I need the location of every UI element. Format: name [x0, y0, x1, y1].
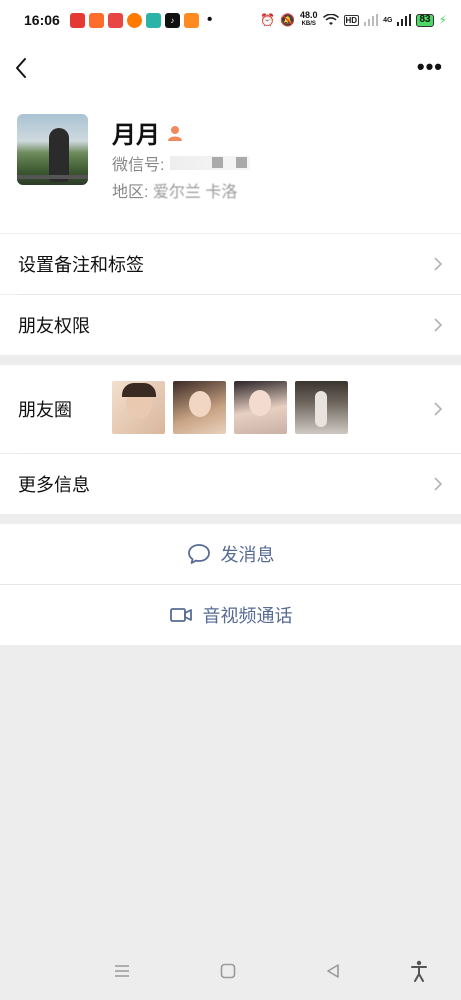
moments-label: 朋友圈 [18, 400, 72, 420]
region: 地区: 爱尔兰 卡洛 [112, 178, 237, 202]
set-remark-tags-label: 设置备注和标签 [18, 255, 144, 275]
region-label: 地区: [112, 184, 149, 201]
wechat-id: 微信号: [112, 151, 251, 175]
moments-thumbnails [112, 381, 348, 434]
back-triangle-icon[interactable] [325, 963, 341, 979]
send-message-label: 发消息 [220, 545, 275, 565]
hd-badge: HD [343, 14, 360, 26]
back-arrow-icon[interactable] [12, 56, 32, 80]
moments-photo [234, 381, 287, 434]
female-gender-icon [168, 125, 182, 141]
top-bar: ••• [0, 40, 461, 100]
battery-icon: 83 [416, 13, 434, 27]
accessibility-icon[interactable] [410, 960, 428, 982]
mute-icon: 🔕 [280, 13, 295, 27]
moments-photo [295, 381, 348, 434]
alarm-icon: ⏰ [260, 13, 276, 27]
name-row: 月月 [112, 115, 184, 150]
friend-permissions-label: 朋友权限 [18, 316, 90, 336]
chevron-right-icon [434, 402, 443, 416]
system-nav-bar [0, 945, 461, 1000]
charging-icon: ⚡ [438, 13, 447, 27]
network-speed-unit: KB/S [301, 21, 316, 27]
more-notifications-dot: • [206, 11, 213, 28]
video-call-label: 音视频通话 [202, 606, 293, 626]
wechat-id-value-redacted [170, 156, 251, 170]
moments-photo [112, 381, 165, 434]
more-info-label: 更多信息 [18, 475, 90, 495]
home-icon[interactable] [220, 963, 236, 979]
video-camera-icon [169, 608, 192, 622]
moments-photo [173, 381, 226, 434]
chevron-right-icon [434, 257, 443, 271]
profile-card: 月月 微信号: 地区: 爱尔兰 卡洛 [0, 100, 461, 233]
region-value: 爱尔兰 卡洛 [152, 184, 238, 201]
status-time: 16:06 [24, 12, 60, 28]
contact-name: 月月 [112, 122, 160, 149]
network-speed-value: 48.0 [300, 10, 318, 20]
wechat-id-label: 微信号: [112, 157, 165, 174]
signal-strength-icon [397, 14, 412, 26]
network-speed: 48.0 KB/S [300, 11, 318, 29]
friend-permissions-row[interactable]: 朋友权限 [0, 295, 461, 355]
network-type: 4G [383, 16, 393, 24]
more-info-row[interactable]: 更多信息 [0, 454, 461, 514]
app-notification-icon [145, 12, 161, 28]
chevron-right-icon [434, 318, 443, 332]
status-right-icons: ⏰ 🔕 48.0 KB/S HD 4G 83 ⚡ [260, 11, 447, 29]
app-notification-icon [69, 12, 85, 28]
avatar[interactable] [17, 114, 88, 185]
app-notification-icon [88, 12, 104, 28]
app-notification-icon [126, 12, 142, 28]
tiktok-icon: ♪ [164, 12, 180, 28]
signal-icon [364, 14, 379, 26]
chevron-right-icon [434, 477, 443, 491]
status-bar: 16:06 ♪ • ⏰ 🔕 48.0 KB/S HD 4G 83 ⚡ [0, 0, 461, 40]
app-notification-icon [183, 12, 199, 28]
menu-icon[interactable] [114, 964, 130, 978]
app-notification-icon [107, 12, 123, 28]
chat-bubble-icon [187, 544, 210, 564]
more-options-icon[interactable]: ••• [417, 56, 443, 78]
send-message-button[interactable]: 发消息 [0, 524, 461, 584]
video-call-button[interactable]: 音视频通话 [0, 585, 461, 645]
set-remark-tags-row[interactable]: 设置备注和标签 [0, 234, 461, 294]
notification-app-icons: ♪ [69, 12, 199, 28]
wifi-icon [322, 14, 339, 25]
moments-row[interactable]: 朋友圈 [0, 365, 461, 453]
